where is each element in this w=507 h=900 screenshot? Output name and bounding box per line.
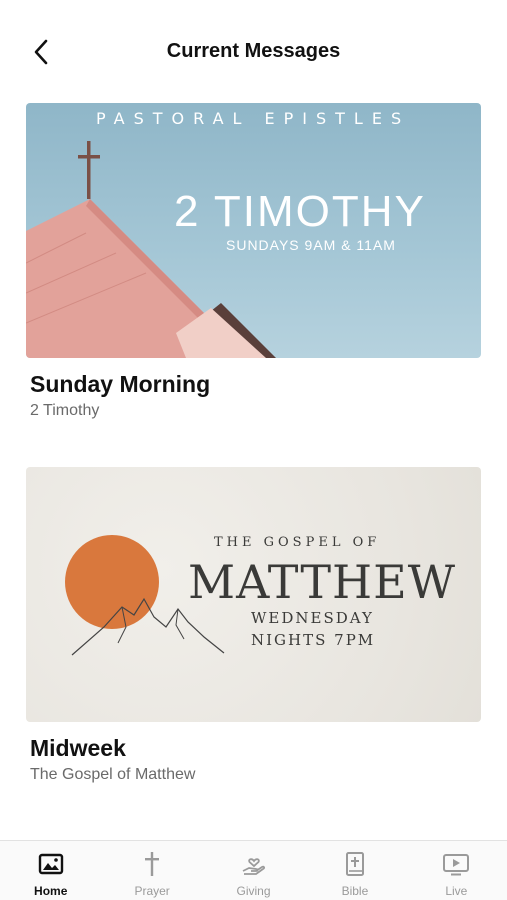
service-time: NIGHTS 7PM [251, 631, 376, 649]
series-overline: THE GOSPEL OF [214, 535, 381, 550]
tab-home[interactable]: Home [0, 841, 101, 900]
series-heading: 2 TIMOTHY [174, 187, 426, 236]
image-icon [38, 853, 63, 875]
series-banner-matthew[interactable]: THE GOSPEL OF MATTHEW WEDNESDAY NIGHTS 7… [26, 467, 481, 722]
message-title: Sunday Morning [30, 371, 211, 397]
message-card-midweek[interactable]: THE GOSPEL OF MATTHEW WEDNESDAY NIGHTS 7… [26, 467, 481, 784]
message-subtitle: The Gospel of Matthew [30, 766, 196, 783]
bible-icon [345, 852, 364, 876]
message-subtitle: 2 Timothy [30, 402, 100, 419]
tab-live[interactable]: Live [406, 841, 507, 900]
bottom-tab-bar: Home Prayer Giving Bible Live [0, 840, 507, 900]
tab-label: Home [34, 884, 68, 898]
tab-label: Prayer [134, 884, 170, 898]
service-times: SUNDAYS 9AM & 11AM [226, 237, 396, 253]
tab-label: Bible [341, 884, 369, 898]
tab-bible[interactable]: Bible [304, 841, 405, 900]
page-title: Current Messages [166, 40, 341, 62]
cross-icon [145, 852, 160, 876]
tab-giving[interactable]: Giving [203, 841, 304, 900]
tab-prayer[interactable]: Prayer [101, 841, 202, 900]
series-heading: MATTHEW [188, 555, 456, 609]
tv-play-icon [443, 854, 470, 876]
message-title: Midweek [30, 735, 126, 761]
service-day: WEDNESDAY [251, 609, 374, 627]
header: Current Messages [0, 0, 507, 96]
series-banner-2-timothy[interactable]: PASTORAL EPISTLES 2 TIMOTHY SUNDAYS 9AM … [26, 103, 481, 358]
series-label: PASTORAL EPISTLES [96, 109, 411, 128]
message-card-sunday[interactable]: PASTORAL EPISTLES 2 TIMOTHY SUNDAYS 9AM … [26, 103, 481, 420]
hand-heart-icon [242, 858, 265, 875]
tab-label: Live [445, 884, 468, 898]
tab-label: Giving [236, 884, 271, 898]
